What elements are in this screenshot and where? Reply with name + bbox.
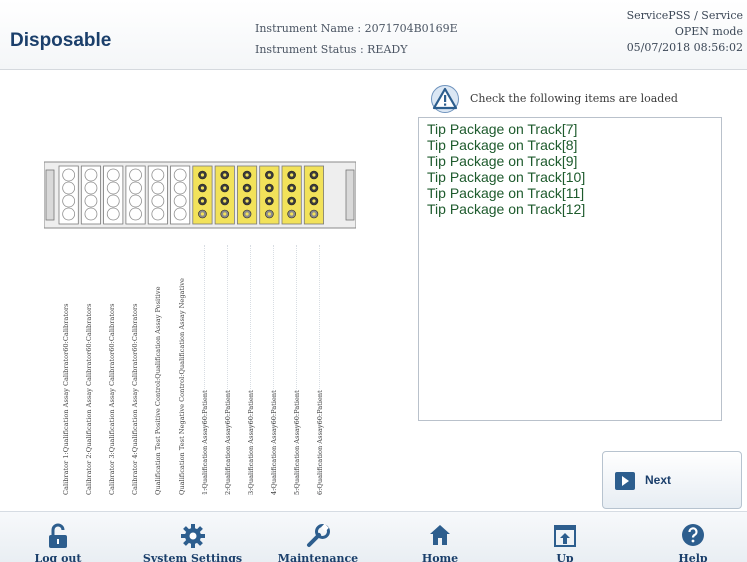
track-label-text: 1:Qualification Assay60:Patient xyxy=(200,390,209,495)
track-label-9: 3:Qualification Assay60:Patient xyxy=(245,245,257,495)
rack-slot-3 xyxy=(103,165,124,225)
user-label: ServicePSS / Service xyxy=(626,9,743,22)
rack-slot-7 xyxy=(192,165,213,225)
instrument-name: Instrument Name : 2071704B0169E xyxy=(255,22,458,35)
rack-slot-2 xyxy=(80,165,101,225)
up-button[interactable]: Up xyxy=(540,512,590,562)
track-label-text: 2:Qualification Assay60:Patient xyxy=(223,390,232,495)
loaded-item: Tip Package on Track[10] xyxy=(427,169,586,185)
track-label-6: Qualification Test Negative Control:Qual… xyxy=(176,245,188,495)
up-label: Up xyxy=(556,552,574,562)
next-button[interactable]: Next xyxy=(602,451,742,509)
track-label-text: Qualification Test Negative Control:Qual… xyxy=(177,278,186,495)
help-button[interactable]: Help xyxy=(668,512,718,562)
track-label-5: Qualification Test Positive Control:Qual… xyxy=(152,245,164,495)
track-label-text: 4:Qualification Assay60:Patient xyxy=(269,390,278,495)
system-settings-label: System Settings xyxy=(142,552,243,562)
bottom-nav-bar: Log out System Settings Maintenance Home xyxy=(0,511,747,562)
track-label-7: 1:Qualification Assay60:Patient xyxy=(199,245,211,495)
maintenance-label: Maintenance xyxy=(277,552,359,562)
rack-slot-12 xyxy=(303,165,324,225)
wrench-icon xyxy=(307,523,330,547)
rack-slot-11 xyxy=(281,165,302,225)
home-icon xyxy=(430,525,450,545)
rack-slot-5 xyxy=(147,165,168,225)
track-label-2: Calibrator 2:Qualification Assay Calibra… xyxy=(83,245,95,496)
rack-slot-4 xyxy=(125,165,146,225)
gear-icon xyxy=(180,524,205,548)
track-rack-diagram xyxy=(44,161,356,229)
page-title: Disposable xyxy=(10,30,112,51)
help-icon xyxy=(682,524,704,546)
next-button-label: Next xyxy=(645,473,672,487)
track-label-text: Calibrator 4:Qualification Assay Calibra… xyxy=(131,303,140,496)
home-button[interactable]: Home xyxy=(410,512,470,562)
session-info: ServicePSS / Service OPEN mode 05/07/201… xyxy=(627,8,743,56)
rack-right-clamp xyxy=(345,169,355,221)
instrument-status: Instrument Status : READY xyxy=(255,43,408,56)
loaded-items-list: Tip Package on Track[7] Tip Package on Tr… xyxy=(418,117,722,421)
header-bar: Disposable Instrument Name : 2071704B016… xyxy=(0,0,747,70)
track-label-text: Calibrator 2:Qualification Assay Calibra… xyxy=(85,303,94,496)
help-label: Help xyxy=(678,552,708,562)
track-label-text: 5:Qualification Assay60:Patient xyxy=(293,390,301,495)
mode-label: OPEN mode xyxy=(674,25,743,38)
track-label-text: Calibrator 1:Qualification Assay Calibra… xyxy=(62,303,70,496)
logout-button[interactable]: Log out xyxy=(18,512,98,562)
track-labels: Calibrator 1:Qualification Assay Calibra… xyxy=(60,245,340,495)
arrow-right-icon xyxy=(615,472,635,490)
track-label-8: 2:Qualification Assay60:Patient xyxy=(222,245,234,495)
track-label-text: Qualification Test Positive Control:Qual… xyxy=(154,286,163,495)
track-label-text: 6:Qualification Assay60:Patient xyxy=(316,390,325,495)
track-label-text: 3:Qualification Assay60:Patient xyxy=(246,390,255,495)
track-label-11: 5:Qualification Assay60:Patient xyxy=(291,245,303,495)
loaded-item: Tip Package on Track[9] xyxy=(427,153,578,169)
track-label-3: Calibrator 3:Qualification Assay Calibra… xyxy=(106,245,118,496)
rack-slot-10 xyxy=(259,165,280,225)
datetime-label: 05/07/2018 08:56:02 xyxy=(626,41,743,54)
home-label: Home xyxy=(421,552,459,562)
up-arrow-icon xyxy=(554,525,576,547)
logout-label: Log out xyxy=(34,552,82,562)
maintenance-button[interactable]: Maintenance xyxy=(268,512,368,562)
rack-left-clamp xyxy=(45,169,55,221)
rack-slot-8 xyxy=(214,165,235,225)
warning-triangle-icon xyxy=(431,85,459,113)
rack-slot-9 xyxy=(236,165,258,225)
track-label-4: Calibrator 4:Qualification Assay Calibra… xyxy=(129,245,141,496)
loaded-item: Tip Package on Track[11] xyxy=(427,185,585,201)
track-label-text: Calibrator 3:Qualification Assay Calibra… xyxy=(108,303,117,496)
loaded-item: Tip Package on Track[7] xyxy=(427,121,578,137)
rack-slot-6 xyxy=(170,165,191,225)
track-label-1: Calibrator 1:Qualification Assay Calibra… xyxy=(60,245,72,496)
rack-slot-1 xyxy=(58,165,79,225)
loaded-item: Tip Package on Track[12] xyxy=(427,201,586,217)
unlock-icon xyxy=(49,523,67,548)
notice-text: Check the following items are loaded xyxy=(470,92,678,105)
system-settings-button[interactable]: System Settings xyxy=(135,512,250,562)
track-label-10: 4:Qualification Assay60:Patient xyxy=(268,245,280,495)
track-label-12: 6:Qualification Assay60:Patient xyxy=(314,245,326,495)
loaded-item: Tip Package on Track[8] xyxy=(427,137,578,153)
